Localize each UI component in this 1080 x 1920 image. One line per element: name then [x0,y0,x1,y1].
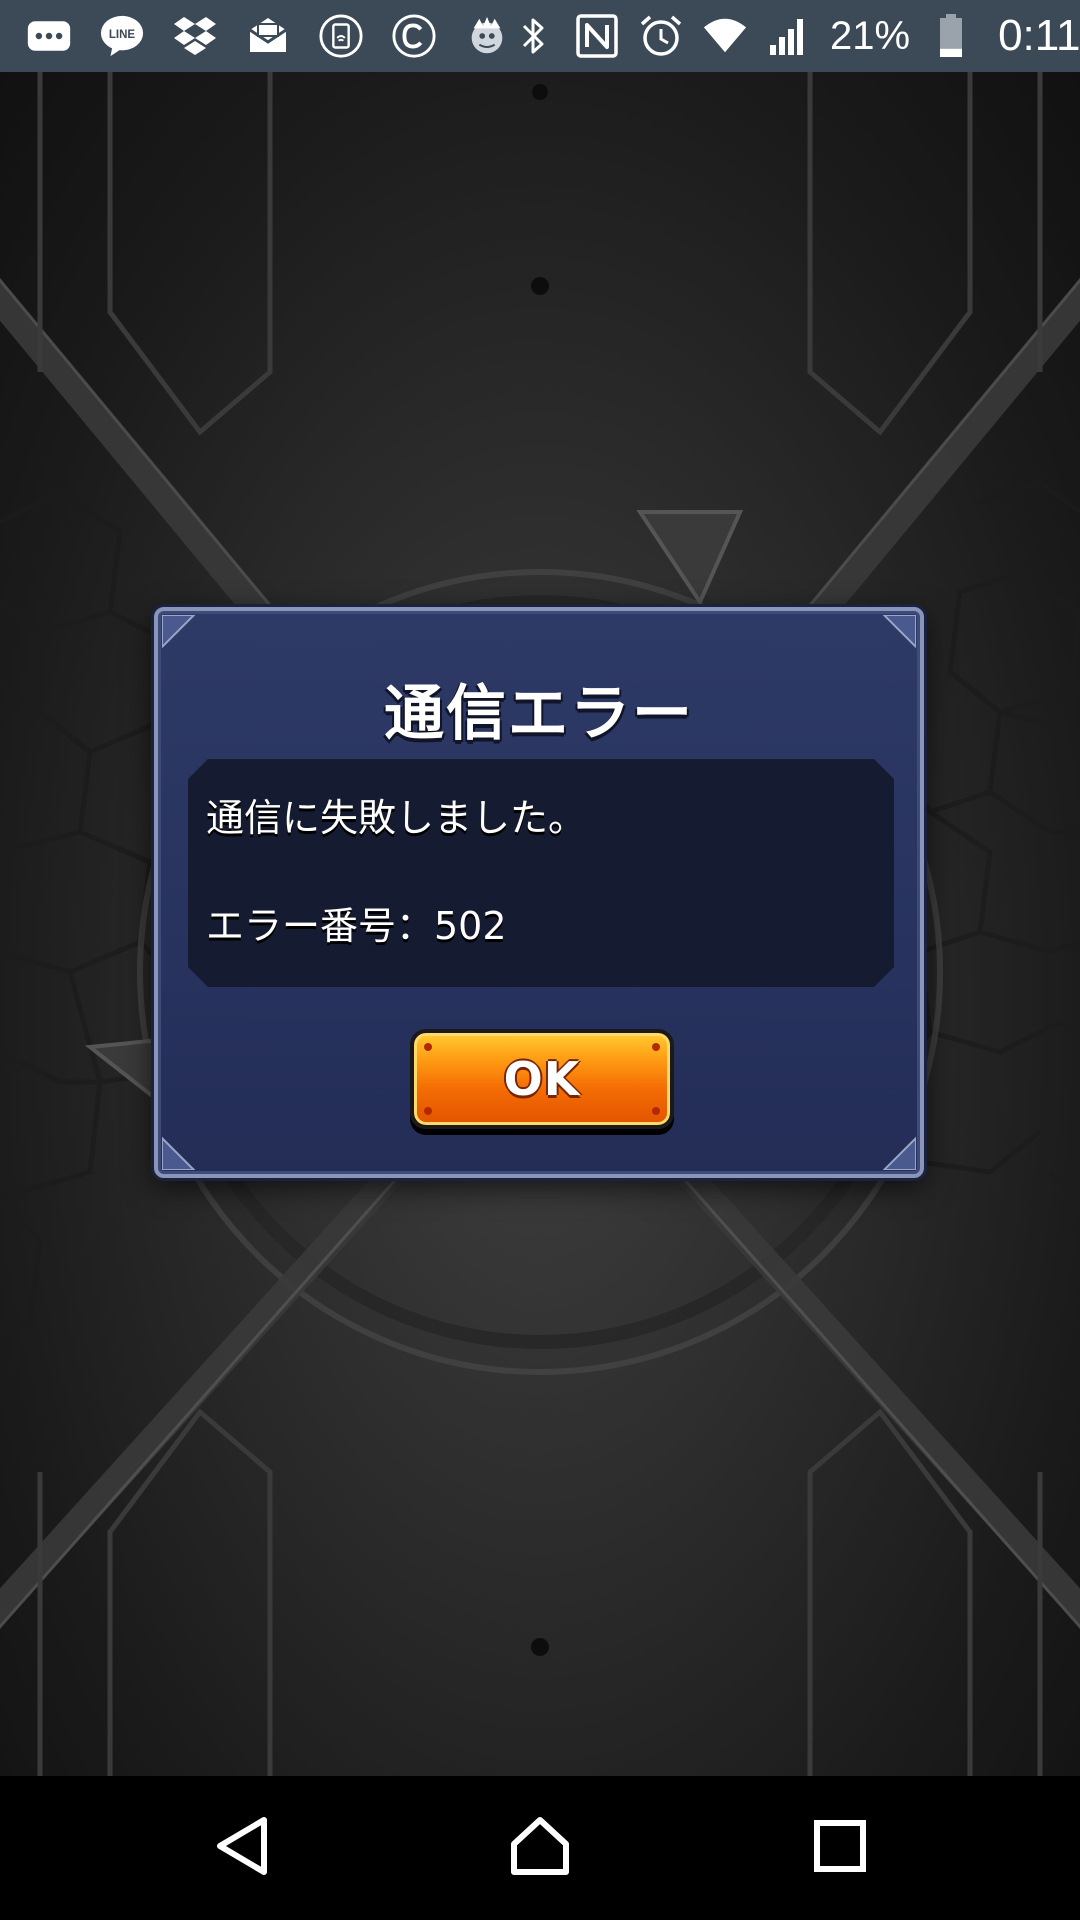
button-rivet [424,1107,432,1115]
line-app-icon: LINE [99,13,145,59]
svg-text:LINE: LINE [109,29,136,41]
bluetooth-icon [510,13,556,59]
alarm-icon [638,13,684,59]
app-screen: LINE 21% 0:11 通信エラー 通信に失敗しました。 エラー番号：502… [0,0,1080,1920]
dialog-corner-ornament [880,1134,916,1170]
copyright-app-icon [391,13,437,59]
status-bar: LINE 21% 0:11 [0,0,1080,72]
message-box: 通信に失敗しました。 エラー番号：502 [188,759,894,987]
home-icon [508,1814,572,1882]
system-icons: 21% 0:11 [510,11,1080,61]
error-code: エラー番号：502 [206,904,507,948]
mail-icon [245,13,291,59]
notification-icons: LINE [0,13,510,59]
error-message: 通信に失敗しました。 [206,796,587,840]
ok-button-label: OK [503,1052,581,1106]
clock: 0:11 [998,11,1080,60]
cellular-signal-icon [766,13,812,59]
dialog-title: 通信エラー [384,679,694,749]
nfc-icon [574,13,620,59]
battery-percent: 21% [830,13,911,58]
ok-button[interactable]: OK [410,1029,674,1129]
more-notifications-icon [26,13,72,59]
button-rivet [652,1043,660,1051]
dialog-corner-ornament [880,615,916,651]
home-button[interactable] [470,1776,610,1920]
monster-app-icon [464,13,510,59]
recents-icon [813,1819,867,1877]
wifi-icon [702,13,748,59]
dialog-corner-ornament [162,615,198,651]
back-icon [212,1814,272,1882]
dialog-corner-ornament [162,1134,198,1170]
back-button[interactable] [172,1776,312,1920]
error-dialog: 通信エラー 通信に失敗しました。 エラー番号：502 OK [154,607,924,1178]
recents-button[interactable] [770,1776,910,1920]
navigation-bar [0,1776,1080,1920]
button-rivet [424,1043,432,1051]
battery-icon [928,13,974,59]
button-rivet [652,1107,660,1115]
nfc-pay-icon [318,13,364,59]
dropbox-icon [172,13,218,59]
